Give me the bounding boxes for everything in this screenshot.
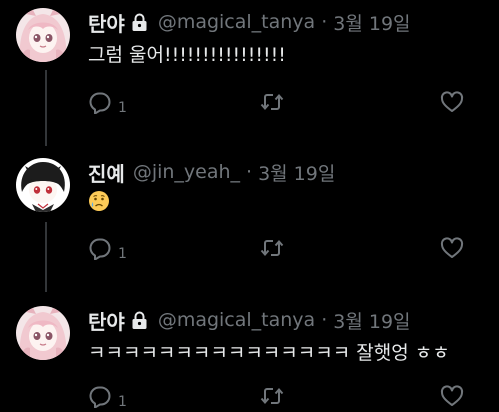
tweet[interactable]: 탄야 @magical_tanya · 3월 19일 ㅋㅋㅋㅋㅋㅋㅋㅋㅋㅋㅋㅋㅋ… bbox=[0, 298, 499, 412]
retweet-button[interactable] bbox=[260, 236, 284, 264]
reply-count: 1 bbox=[118, 100, 127, 116]
reply-button[interactable]: 1 bbox=[88, 236, 127, 264]
tweet-header: 진예 @jin_yeah_ · 3월 19일 bbox=[88, 157, 335, 187]
retweet-icon bbox=[260, 384, 284, 412]
tweet-header: 탄야 @magical_tanya · 3월 19일 bbox=[88, 7, 411, 37]
tweet-text: ㅋㅋㅋㅋㅋㅋㅋㅋㅋㅋㅋㅋㅋㅋㅋ 잘햇엉 ㅎㅎ bbox=[88, 342, 450, 364]
user-handle[interactable]: @magical_tanya bbox=[158, 11, 315, 33]
display-name[interactable]: 탄야 bbox=[88, 306, 125, 335]
reply-icon bbox=[88, 384, 112, 412]
separator-dot: · bbox=[321, 11, 328, 33]
heart-icon bbox=[440, 384, 464, 412]
retweet-button[interactable] bbox=[260, 90, 284, 118]
reply-icon bbox=[88, 236, 112, 264]
like-button[interactable] bbox=[440, 90, 464, 118]
tweet-date[interactable]: 3월 19일 bbox=[333, 9, 410, 36]
lock-icon bbox=[131, 13, 148, 32]
avatar[interactable] bbox=[16, 8, 70, 62]
heart-icon bbox=[440, 236, 464, 264]
tweet[interactable]: 탄야 @magical_tanya · 3월 19일 그럼 울어!!!!!!!!… bbox=[0, 0, 499, 146]
like-button[interactable] bbox=[440, 236, 464, 264]
like-button[interactable] bbox=[440, 384, 464, 412]
tweet-text: 그럼 울어!!!!!!!!!!!!!!!! bbox=[88, 44, 286, 66]
tweet[interactable]: 진예 @jin_yeah_ · 3월 19일 1 bbox=[0, 150, 499, 292]
reply-button[interactable]: 1 bbox=[88, 384, 127, 412]
heart-icon bbox=[440, 90, 464, 118]
retweet-icon bbox=[260, 236, 284, 264]
avatar[interactable] bbox=[16, 158, 70, 212]
retweet-icon bbox=[260, 90, 284, 118]
tweet-actions: 1 bbox=[88, 384, 478, 410]
user-handle[interactable]: @jin_yeah_ bbox=[133, 161, 240, 183]
lock-icon bbox=[131, 311, 148, 330]
display-name[interactable]: 탄야 bbox=[88, 8, 125, 37]
tweet-date[interactable]: 3월 19일 bbox=[333, 307, 410, 334]
reply-count: 1 bbox=[118, 394, 127, 410]
separator-dot: · bbox=[246, 161, 253, 183]
display-name[interactable]: 진예 bbox=[88, 158, 125, 187]
tweet-date[interactable]: 3월 19일 bbox=[258, 159, 335, 186]
tweet-actions: 1 bbox=[88, 236, 478, 262]
reply-count: 1 bbox=[118, 246, 127, 262]
retweet-button[interactable] bbox=[260, 384, 284, 412]
crying-face-emoji bbox=[88, 190, 110, 216]
separator-dot: · bbox=[321, 309, 328, 331]
reply-icon bbox=[88, 90, 112, 118]
tweet-header: 탄야 @magical_tanya · 3월 19일 bbox=[88, 305, 411, 335]
user-handle[interactable]: @magical_tanya bbox=[158, 309, 315, 331]
avatar[interactable] bbox=[16, 306, 70, 360]
reply-button[interactable]: 1 bbox=[88, 90, 127, 118]
tweet-actions: 1 bbox=[88, 90, 478, 116]
